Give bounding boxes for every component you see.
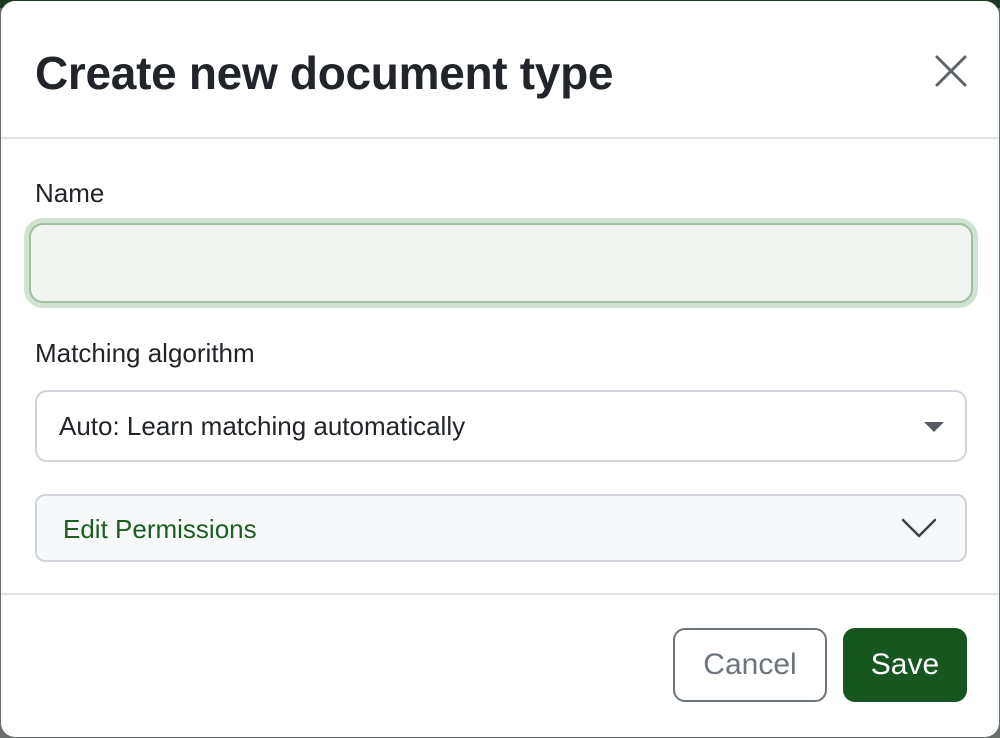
dialog-footer: Cancel Save: [1, 595, 999, 735]
dialog-header: Create new document type: [1, 1, 999, 139]
create-document-type-dialog: Create new document type Name Matching a…: [1, 1, 999, 737]
edit-permissions-label: Edit Permissions: [63, 514, 257, 544]
chevron-down-icon: [901, 516, 937, 540]
name-label: Name: [35, 178, 105, 208]
name-input[interactable]: [29, 223, 973, 303]
cancel-button[interactable]: Cancel: [673, 628, 827, 702]
close-icon: [935, 55, 967, 87]
close-button[interactable]: [933, 53, 969, 89]
matching-algorithm-select[interactable]: Auto: Learn matching automatically: [35, 390, 967, 462]
edit-permissions-accordion[interactable]: Edit Permissions: [35, 494, 967, 562]
dialog-title: Create new document type: [35, 47, 614, 99]
matching-algorithm-value: Auto: Learn matching automatically: [59, 411, 466, 441]
dialog-body: Name Matching algorithm Auto: Learn matc…: [1, 139, 999, 595]
caret-down-icon: [923, 420, 945, 434]
save-button[interactable]: Save: [843, 628, 967, 702]
matching-algorithm-label: Matching algorithm: [35, 338, 255, 368]
